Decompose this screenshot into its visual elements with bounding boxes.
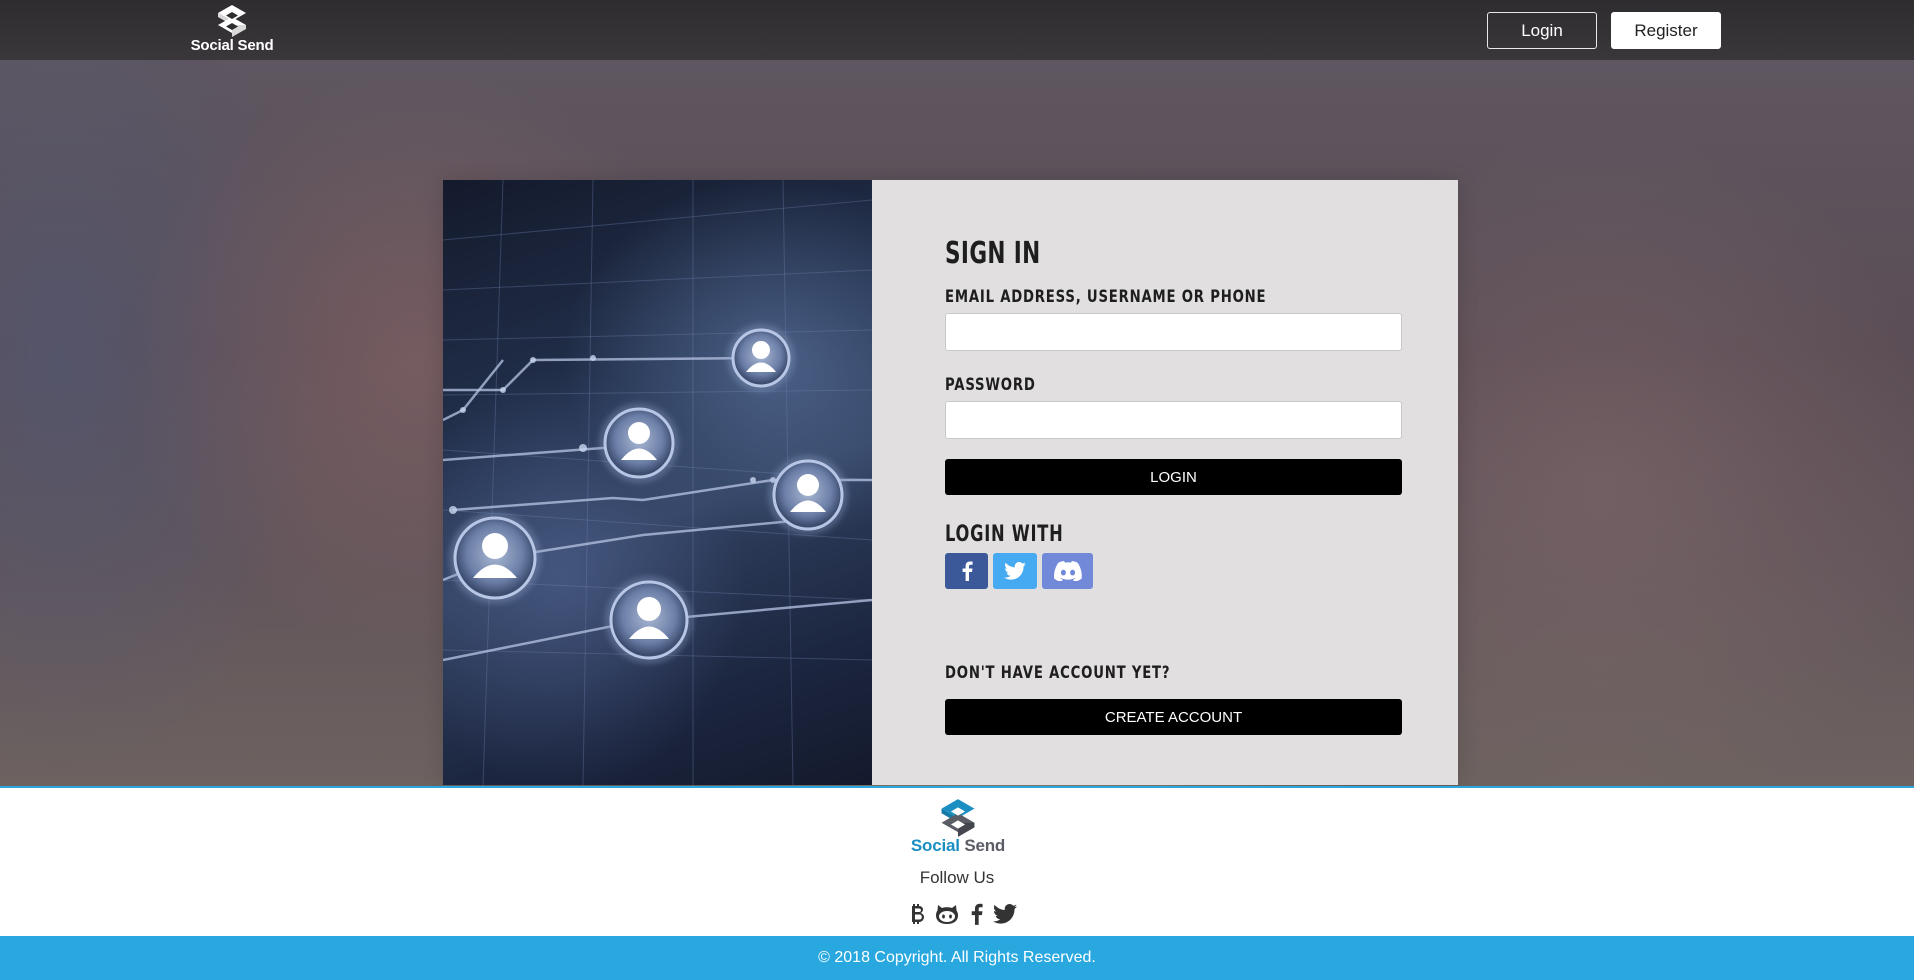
- social-send-logo-icon: [941, 799, 975, 837]
- password-field[interactable]: [945, 401, 1402, 439]
- create-account-button[interactable]: CREATE ACCOUNT: [945, 699, 1402, 735]
- footer: Social Send Follow Us: [0, 786, 1914, 936]
- signin-form: SIGN IN EMAIL ADDRESS, USERNAME OR PHONE…: [872, 180, 1458, 785]
- footer-brand-send: Send: [964, 836, 1006, 855]
- brand-logo[interactable]: Social Send: [186, 4, 278, 58]
- top-navbar: Social Send Login Register: [0, 0, 1914, 60]
- header-register-button[interactable]: Register: [1611, 12, 1721, 49]
- facebook-icon: [962, 561, 973, 581]
- footer-brand-logo[interactable]: Social Send: [900, 798, 1016, 860]
- signin-title: SIGN IN: [945, 236, 1041, 271]
- signin-card: SIGN IN EMAIL ADDRESS, USERNAME OR PHONE…: [443, 180, 1458, 785]
- facebook-login-button[interactable]: [945, 553, 988, 589]
- github-icon[interactable]: [935, 901, 959, 927]
- twitter-login-button[interactable]: [993, 553, 1037, 589]
- email-label: EMAIL ADDRESS, USERNAME OR PHONE: [945, 287, 1267, 307]
- discord-icon: [1053, 561, 1082, 581]
- copyright-bar: © 2018 Copyright. All Rights Reserved.: [0, 936, 1914, 980]
- discord-login-button[interactable]: [1042, 553, 1093, 589]
- follow-us-label: Follow Us: [919, 868, 995, 887]
- login-button[interactable]: LOGIN: [945, 459, 1402, 495]
- follow-icons: [906, 900, 1017, 928]
- copyright-text: © 2018 Copyright. All Rights Reserved.: [818, 949, 1096, 966]
- facebook-icon[interactable]: [964, 901, 988, 927]
- brand-name: Social Send: [190, 37, 274, 54]
- bitcoin-icon[interactable]: [906, 901, 930, 927]
- footer-brand-name: Social Send: [900, 836, 1016, 856]
- login-with-label: LOGIN WITH: [945, 522, 1064, 547]
- email-field[interactable]: [945, 313, 1402, 351]
- header-login-button[interactable]: Login: [1487, 12, 1597, 49]
- social-send-logo-icon: [218, 5, 246, 37]
- network-illustration: [443, 180, 872, 785]
- password-label: PASSWORD: [945, 375, 1036, 395]
- footer-brand-social: Social: [910, 836, 960, 855]
- no-account-label: DON'T HAVE ACCOUNT YET?: [945, 663, 1171, 683]
- network-graphic: [443, 180, 872, 785]
- hero-background: SIGN IN EMAIL ADDRESS, USERNAME OR PHONE…: [0, 60, 1914, 786]
- twitter-icon: [1004, 562, 1026, 580]
- twitter-icon[interactable]: [993, 901, 1017, 927]
